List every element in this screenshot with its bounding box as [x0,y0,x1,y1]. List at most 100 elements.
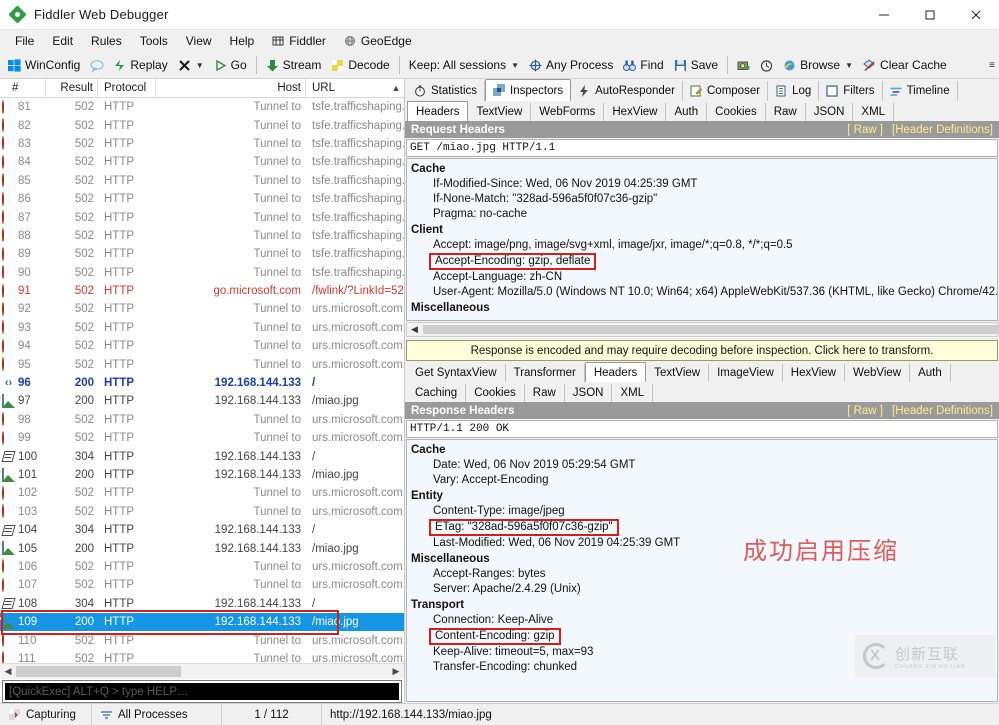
response-subtab-hexview[interactable]: HexView [783,364,845,382]
request-header-item[interactable]: User-Agent: Mozilla/5.0 (Windows NT 10.0… [409,285,998,300]
table-row[interactable]: 106502HTTPTunnel tours.microsoft.com:443 [0,558,404,576]
toolbar-browse[interactable]: Browse ▼ [778,56,858,74]
response-subtab-get-syntaxview[interactable]: Get SyntaxView [407,364,506,382]
response-subtab-webview[interactable]: WebView [845,364,910,382]
sessions-horizontal-scrollbar[interactable]: ◀ ▶ [0,663,404,679]
toolbar-timer[interactable] [755,57,778,74]
table-row[interactable]: 108304HTTP192.168.144.133/ [0,595,404,613]
toolbar-go[interactable]: Go [209,56,252,74]
column-header-result[interactable]: Result [46,79,98,98]
menu-item-tools[interactable]: Tools [131,32,177,50]
response-subtab-headers[interactable]: Headers [585,362,646,382]
table-row[interactable]: 88502HTTPTunnel totsfe.trafficshaping.ds [0,227,404,245]
toolbar-overflow-button[interactable]: ≡ [984,58,999,73]
request-subtab-json[interactable]: JSON [806,103,854,121]
request-subtab-webforms[interactable]: WebForms [531,103,604,121]
toolbar-camera[interactable] [732,57,755,74]
response-header-item[interactable]: Date: Wed, 06 Nov 2019 05:29:54 GMT [409,458,997,473]
response-header-item[interactable]: Accept-Ranges: bytes [409,567,997,582]
minimize-button[interactable] [861,0,907,30]
response-header-item[interactable]: Vary: Accept-Encoding [409,473,997,488]
scroll-left-arrow-icon[interactable]: ◀ [407,324,422,335]
table-row[interactable]: ‹›96200HTTP192.168.144.133/ [0,374,404,392]
table-row[interactable]: 86502HTTPTunnel totsfe.trafficshaping.ds [0,190,404,208]
table-row[interactable]: 101200HTTP192.168.144.133/miao.jpg [0,466,404,484]
menu-item-view[interactable]: View [177,32,221,50]
table-row[interactable]: 105200HTTP192.168.144.133/miao.jpg [0,539,404,557]
response-encoded-notice[interactable]: Response is encoded and may require deco… [406,340,998,361]
status-capturing[interactable]: Capturing [0,704,92,725]
request-header-item[interactable]: If-None-Match: "328ad-596a5f0f07c36-gzip… [409,192,998,207]
table-row[interactable]: 94502HTTPTunnel tours.microsoft.com:443 [0,337,404,355]
toolbar-remove[interactable]: ▼ [173,57,209,74]
table-row[interactable]: 99502HTTPTunnel tours.microsoft.com:443 [0,429,404,447]
request-header-item[interactable]: Accept: image/png, image/svg+xml, image/… [409,238,998,253]
request-subtab-hexview[interactable]: HexView [604,103,666,121]
response-header-item[interactable]: Content-Type: image/jpeg [409,504,997,519]
column-header-protocol[interactable]: Protocol [98,79,156,98]
request-header-item[interactable]: If-Modified-Since: Wed, 06 Nov 2019 04:2… [409,177,998,192]
tab-composer[interactable]: Composer [683,81,768,101]
column-header-url[interactable]: URL [306,79,388,98]
table-row[interactable]: 110502HTTPTunnel tours.microsoft.com:443 [0,631,404,649]
response-header-item[interactable]: Connection: Keep-Alive [409,613,997,628]
request-header-item[interactable]: Accept-Encoding: gzip, deflate [409,253,998,270]
response-subtab-textview[interactable]: TextView [646,364,709,382]
table-row[interactable]: 89502HTTPTunnel totsfe.trafficshaping.ds [0,245,404,263]
table-row[interactable]: 95502HTTPTunnel tours.microsoft.com:443 [0,355,404,373]
menu-item-edit[interactable]: Edit [43,32,82,50]
scroll-up-cap-icon[interactable]: ▲ [388,83,404,93]
request-subtab-headers[interactable]: Headers [407,101,468,121]
scroll-left-arrow-icon[interactable]: ◀ [0,666,16,677]
request-headers-hscrollbar[interactable]: ◀ ▶ [406,322,998,337]
response-raw-link[interactable]: [ Raw ] [847,405,883,417]
request-raw-link[interactable]: [ Raw ] [847,124,883,136]
toolbar-comment[interactable] [85,57,108,74]
table-row[interactable]: 83502HTTPTunnel totsfe.trafficshaping.ds [0,135,404,153]
table-row[interactable]: 92502HTTPTunnel tours.microsoft.com:443 [0,300,404,318]
table-row[interactable]: 107502HTTPTunnel tours.microsoft.com:443 [0,576,404,594]
response-header-item[interactable]: ETag: "328ad-596a5f0f07c36-gzip" [409,519,997,536]
request-subtab-xml[interactable]: XML [853,103,894,121]
response-subtab-auth[interactable]: Auth [910,364,951,382]
tab-statistics[interactable]: Statistics [407,81,485,101]
table-row[interactable]: 100304HTTP192.168.144.133/ [0,447,404,465]
response-header-item[interactable]: Last-Modified: Wed, 06 Nov 2019 04:25:39… [409,536,997,551]
column-header-number[interactable]: # [0,79,46,98]
table-row[interactable]: 81502HTTPTunnel totsfe.trafficshaping.ds [0,98,404,116]
response-subtab-caching[interactable]: Caching [407,384,466,402]
close-button[interactable] [953,0,999,30]
tab-filters[interactable]: Filters [819,81,882,101]
request-subtab-auth[interactable]: Auth [666,103,707,121]
response-header-item[interactable]: Server: Apache/2.4.29 (Unix) [409,582,997,597]
table-row[interactable]: 111502HTTPTunnel tours.microsoft.com:443 [0,650,404,663]
request-subtab-raw[interactable]: Raw [766,103,806,121]
toolbar-save[interactable]: Save [669,56,723,74]
response-subtab-cookies[interactable]: Cookies [466,384,525,402]
toolbar-stream[interactable]: Stream [261,56,327,74]
menu-item-geoedge[interactable]: GeoEdge [335,32,421,50]
tab-log[interactable]: Log [768,81,819,101]
response-subtab-imageview[interactable]: ImageView [709,364,783,382]
table-row[interactable]: 85502HTTPTunnel totsfe.trafficshaping.ds [0,172,404,190]
table-row[interactable]: 97200HTTP192.168.144.133/miao.jpg [0,392,404,410]
table-row[interactable]: 87502HTTPTunnel totsfe.trafficshaping.ds [0,208,404,226]
toolbar-winconfig[interactable]: WinConfig [3,56,85,74]
response-header-definitions-link[interactable]: [Header Definitions] [892,405,993,417]
toolbar-decode[interactable]: Decode [326,56,394,74]
request-header-definitions-link[interactable]: [Header Definitions] [892,124,993,136]
table-row[interactable]: 102502HTTPTunnel tours.microsoft.com:443 [0,484,404,502]
request-header-item[interactable]: Pragma: no-cache [409,207,998,222]
request-header-item[interactable]: Accept-Language: zh-CN [409,270,998,285]
toolbar-keep-sessions[interactable]: Keep: All sessions ▼ [404,56,524,74]
status-processes[interactable]: All Processes [92,704,222,725]
table-row[interactable]: 84502HTTPTunnel totsfe.trafficshaping.ds [0,153,404,171]
table-row[interactable]: 82502HTTPTunnel totsfe.trafficshaping.ds [0,116,404,134]
table-row[interactable]: 91502HTTPgo.microsoft.com/fwlink/?LinkId… [0,282,404,300]
toolbar-replay[interactable]: Replay [108,56,172,74]
response-subtab-json[interactable]: JSON [565,384,613,402]
menu-item-help[interactable]: Help [221,32,264,50]
table-row[interactable]: 93502HTTPTunnel tours.microsoft.com:443 [0,319,404,337]
request-subtab-textview[interactable]: TextView [468,103,531,121]
column-header-host[interactable]: Host [156,79,306,98]
